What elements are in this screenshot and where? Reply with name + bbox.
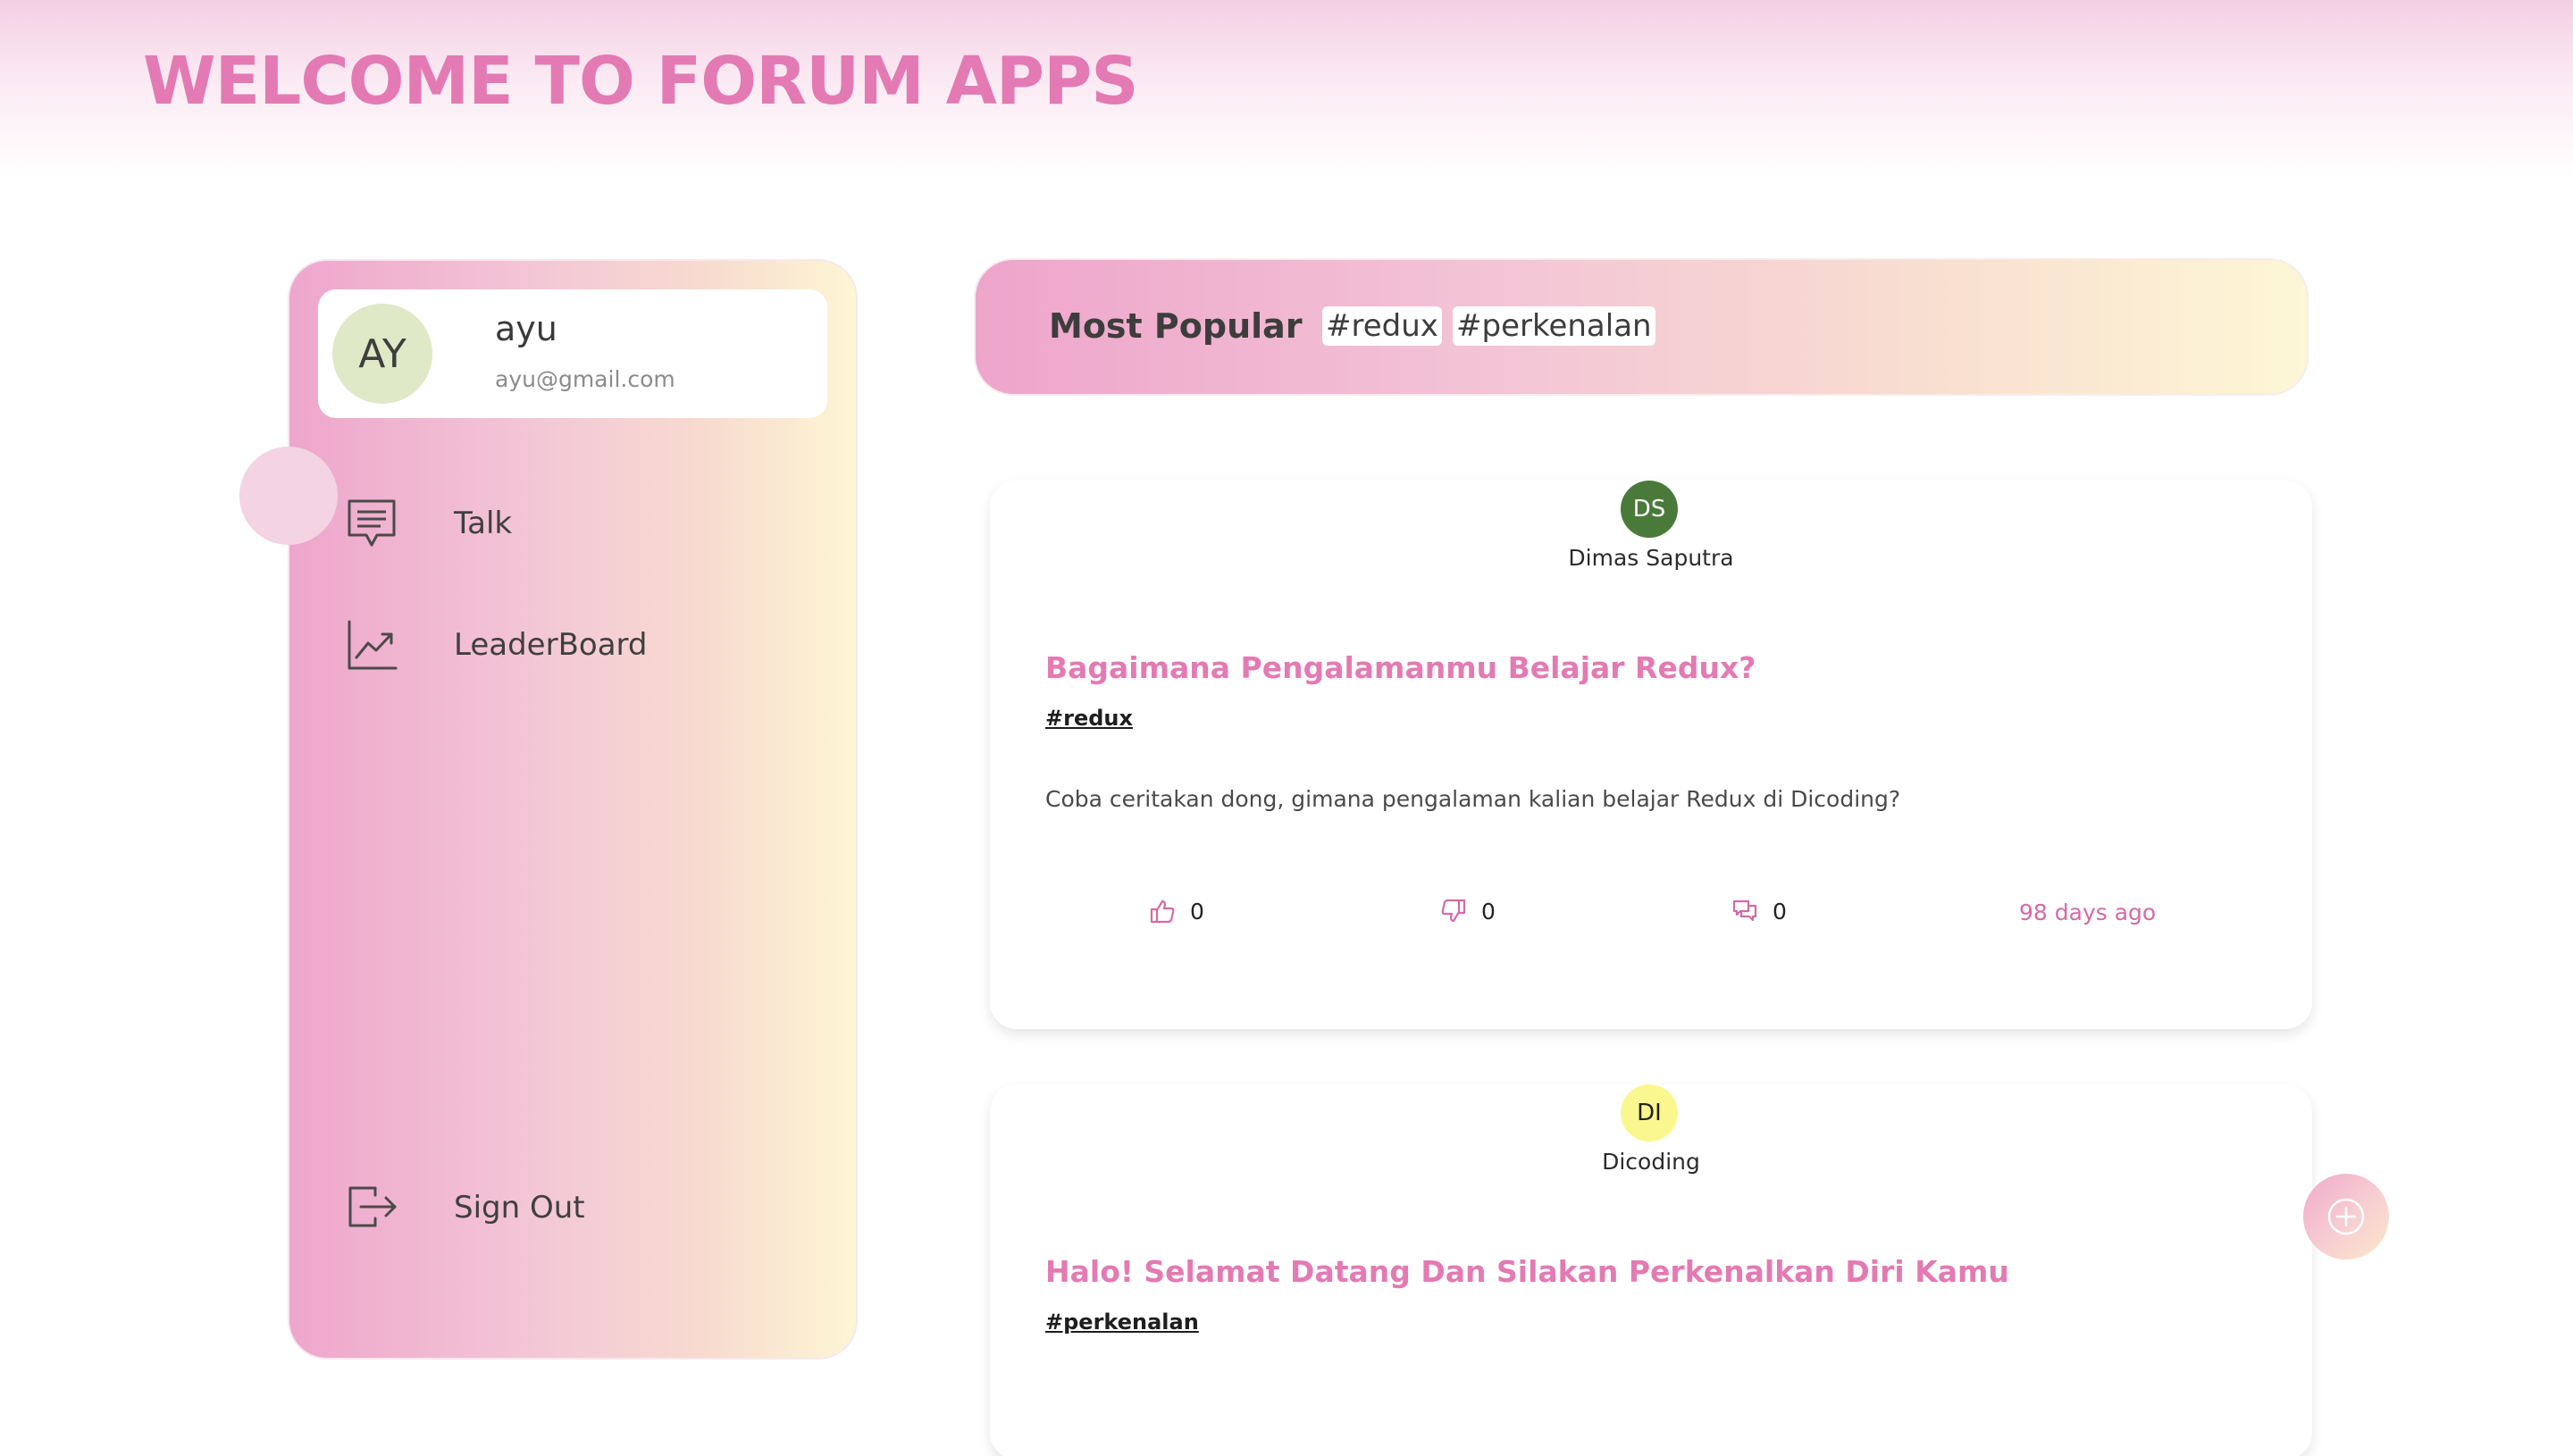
comment-button[interactable]: 0 — [1730, 896, 1787, 926]
comments-icon — [1730, 896, 1760, 926]
popular-tags-bar: Most Popular #redux #perkenalan — [974, 258, 2309, 396]
thread-tag[interactable]: #redux — [1045, 706, 1133, 731]
thumbs-up-icon — [1147, 896, 1178, 926]
sidebar-item-leaderboard[interactable]: LeaderBoard — [345, 618, 648, 672]
sidebar: AY ayu ayu@gmail.com Talk LeaderBoard Si… — [288, 259, 858, 1360]
thread-title[interactable]: Halo! Selamat Datang Dan Silakan Perkena… — [1045, 1254, 2009, 1289]
thread-tag[interactable]: #perkenalan — [1045, 1310, 1199, 1335]
profile-card: AY ayu ayu@gmail.com — [318, 289, 827, 418]
page-title: WELCOME TO FORUM APPS — [143, 43, 1139, 120]
popular-tag-redux[interactable]: #redux — [1322, 306, 1442, 346]
sign-out-button[interactable]: Sign Out — [345, 1181, 585, 1234]
owner-name: Dicoding — [1602, 1149, 1700, 1175]
thread-timestamp: 98 days ago — [2019, 900, 2157, 925]
like-count: 0 — [1190, 898, 1204, 925]
sign-out-icon — [345, 1181, 398, 1234]
user-email: ayu@gmail.com — [495, 366, 675, 392]
owner-name: Dimas Saputra — [1568, 545, 1734, 571]
sidebar-item-label: LeaderBoard — [454, 627, 648, 663]
like-button[interactable]: 0 — [1147, 896, 1204, 926]
sign-out-label: Sign Out — [454, 1190, 585, 1226]
active-indicator — [239, 447, 338, 545]
add-thread-button[interactable] — [2303, 1174, 2389, 1259]
chat-icon — [345, 497, 398, 550]
thread-card[interactable]: DS Dimas Saputra Bagaimana Pengalamanmu … — [990, 481, 2312, 1029]
plus-icon — [2327, 1198, 2365, 1235]
user-name: ayu — [495, 309, 557, 348]
popular-label: Most Popular — [1049, 306, 1303, 346]
user-avatar: AY — [332, 304, 432, 404]
sidebar-item-talk[interactable]: Talk — [345, 497, 512, 550]
popular-tag-perkenalan[interactable]: #perkenalan — [1453, 306, 1655, 346]
chart-trend-icon — [345, 618, 398, 672]
owner-avatar: DI — [1621, 1084, 1678, 1142]
comment-count: 0 — [1773, 898, 1787, 925]
thread-body: Coba ceritakan dong, gimana pengalaman k… — [1045, 786, 1901, 812]
dislike-button[interactable]: 0 — [1438, 896, 1496, 926]
owner-avatar: DS — [1621, 481, 1678, 538]
thread-card[interactable]: DI Dicoding Halo! Selamat Datang Dan Sil… — [990, 1084, 2312, 1456]
thumbs-down-icon — [1438, 896, 1469, 926]
sidebar-item-label: Talk — [454, 506, 513, 541]
thread-title[interactable]: Bagaimana Pengalamanmu Belajar Redux? — [1045, 650, 1756, 685]
dislike-count: 0 — [1481, 898, 1496, 925]
